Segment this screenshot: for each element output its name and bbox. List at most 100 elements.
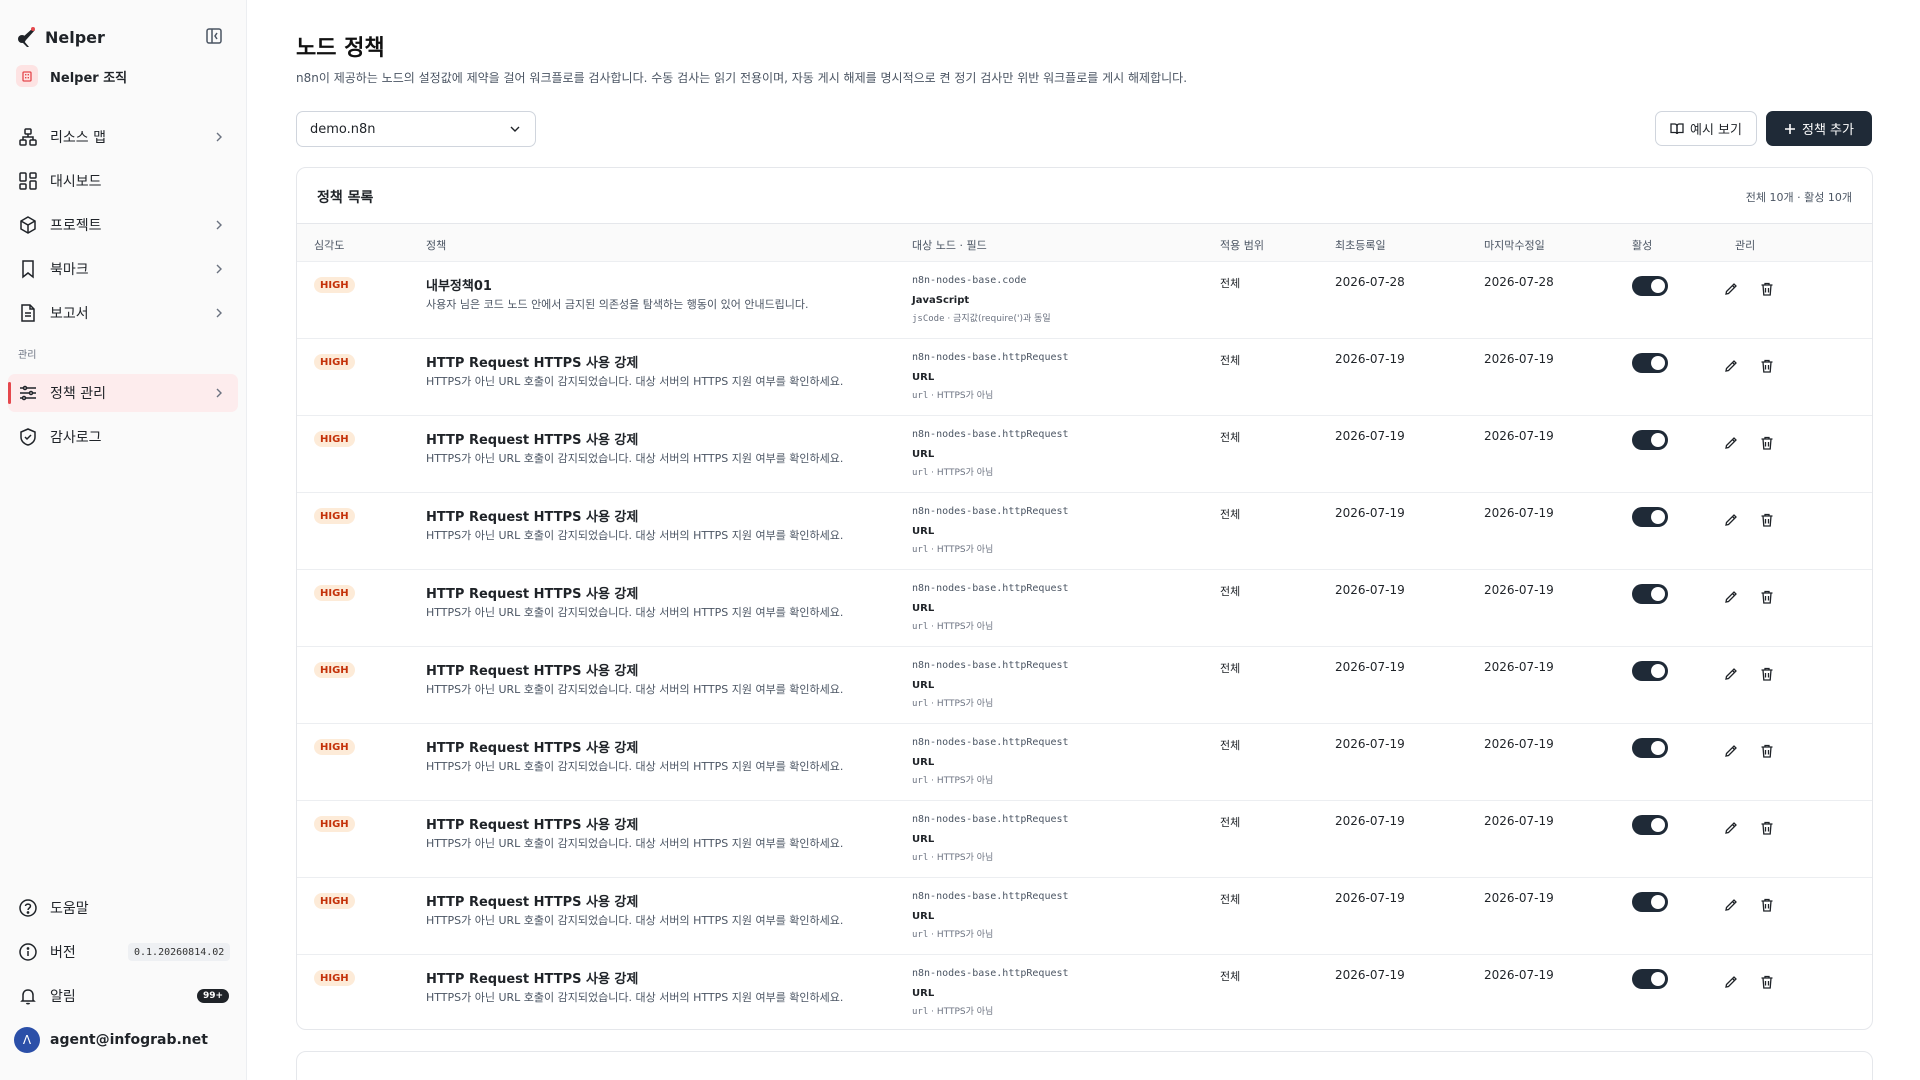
table-row[interactable]: HIGH HTTP Request HTTPS 사용 강제 HTTPS가 아닌 …	[297, 339, 1872, 416]
policy-list-title: 정책 목록	[317, 190, 374, 206]
table-row[interactable]: HIGH HTTP Request HTTPS 사용 강제 HTTPS가 아닌 …	[297, 416, 1872, 493]
brand[interactable]: Nelper	[17, 24, 105, 50]
column-header-created: 최초등록일	[1335, 239, 1386, 252]
trash-icon[interactable]	[1759, 281, 1775, 297]
trash-icon[interactable]	[1759, 589, 1775, 605]
active-toggle[interactable]	[1632, 738, 1668, 758]
user-menu[interactable]: Λ agent@infograb.net	[8, 1021, 238, 1059]
alerts-count-badge: 99+	[197, 989, 230, 1003]
target-field-key: url	[912, 545, 929, 555]
edit-icon[interactable]	[1723, 820, 1739, 836]
target-field-key: jsCode	[912, 314, 945, 324]
table-row[interactable]: HIGH HTTP Request HTTPS 사용 강제 HTTPS가 아닌 …	[297, 493, 1872, 570]
edit-icon[interactable]	[1723, 974, 1739, 990]
target-field-key: url	[912, 391, 929, 401]
sidebar-item-policy[interactable]: 정책 관리	[8, 374, 238, 412]
active-toggle[interactable]	[1632, 815, 1668, 835]
severity-badge: HIGH	[314, 893, 355, 909]
edit-icon[interactable]	[1723, 743, 1739, 759]
edit-icon[interactable]	[1723, 589, 1739, 605]
instance-select[interactable]: demo.n8n	[296, 111, 536, 147]
sidebar-item-project[interactable]: 프로젝트	[8, 206, 238, 244]
updated-date: 2026-07-19	[1484, 968, 1554, 982]
sidebar-item-label: 리소스 맵	[50, 130, 106, 146]
target-field-condition: 금지값(require(')과 동일	[953, 314, 1051, 324]
edit-icon[interactable]	[1723, 435, 1739, 451]
active-toggle[interactable]	[1632, 969, 1668, 989]
active-toggle[interactable]	[1632, 507, 1668, 527]
edit-icon[interactable]	[1723, 666, 1739, 682]
trash-icon[interactable]	[1759, 743, 1775, 759]
trash-icon[interactable]	[1759, 435, 1775, 451]
target-field-rule: url · HTTPS가 아님	[912, 545, 994, 555]
edit-icon[interactable]	[1723, 897, 1739, 913]
severity-badge: HIGH	[314, 585, 355, 601]
updated-date: 2026-07-19	[1484, 352, 1554, 366]
sidebar-item-label: 도움말	[50, 901, 89, 917]
example-button[interactable]: 예시 보기	[1655, 111, 1757, 146]
policy-description: HTTPS가 아닌 URL 호출이 감지되었습니다. 대상 서버의 HTTPS …	[426, 914, 844, 927]
table-row[interactable]: HIGH HTTP Request HTTPS 사용 강제 HTTPS가 아닌 …	[297, 878, 1872, 955]
sidebar-item-label: 보고서	[50, 306, 89, 322]
sidebar-item-resource-map[interactable]: 리소스 맵	[8, 118, 238, 156]
table-row[interactable]: HIGH 내부정책01 사용자 님은 코드 노드 안에서 금지된 의존성을 탐색…	[297, 262, 1872, 339]
edit-icon[interactable]	[1723, 281, 1739, 297]
created-date: 2026-07-19	[1335, 814, 1405, 828]
policy-scope: 전체	[1220, 816, 1241, 829]
bell-icon	[18, 986, 38, 1006]
active-toggle[interactable]	[1632, 584, 1668, 604]
shield-check-icon	[18, 427, 38, 447]
target-field-condition: HTTPS가 아님	[936, 930, 994, 940]
target-field-condition: HTTPS가 아님	[936, 545, 994, 555]
policy-name: HTTP Request HTTPS 사용 강제	[426, 741, 639, 756]
sidebar-item-help[interactable]: 도움말	[8, 889, 238, 927]
edit-icon[interactable]	[1723, 358, 1739, 374]
policy-scope: 전체	[1220, 585, 1241, 598]
add-policy-button[interactable]: 정책 추가	[1766, 111, 1872, 146]
policy-scope: 전체	[1220, 970, 1241, 983]
policy-description: HTTPS가 아닌 URL 호출이 감지되었습니다. 대상 서버의 HTTPS …	[426, 760, 844, 773]
severity-badge: HIGH	[314, 508, 355, 524]
target-node: n8n-nodes-base.httpRequest	[912, 429, 1069, 440]
sidebar-collapse-icon[interactable]	[205, 27, 223, 45]
active-toggle[interactable]	[1632, 892, 1668, 912]
document-icon	[18, 303, 38, 323]
target-field-condition: HTTPS가 아님	[936, 391, 994, 401]
table-row[interactable]: HIGH HTTP Request HTTPS 사용 강제 HTTPS가 아닌 …	[297, 647, 1872, 724]
target-node: n8n-nodes-base.httpRequest	[912, 352, 1069, 363]
policy-description: 사용자 님은 코드 노드 안에서 금지된 의존성을 탐색하는 행동이 있어 안내…	[426, 298, 809, 311]
table-row[interactable]: HIGH HTTP Request HTTPS 사용 강제 HTTPS가 아닌 …	[297, 570, 1872, 647]
table-row[interactable]: HIGH HTTP Request HTTPS 사용 강제 HTTPS가 아닌 …	[297, 955, 1872, 1029]
sidebar-item-bookmark[interactable]: 북마크	[8, 250, 238, 288]
sidebar-item-dashboard[interactable]: 대시보드	[8, 162, 238, 200]
sidebar-item-audit[interactable]: 감사로그	[8, 418, 238, 456]
trash-icon[interactable]	[1759, 820, 1775, 836]
table-row[interactable]: HIGH HTTP Request HTTPS 사용 강제 HTTPS가 아닌 …	[297, 724, 1872, 801]
sidebar-item-report[interactable]: 보고서	[8, 294, 238, 332]
trash-icon[interactable]	[1759, 666, 1775, 682]
active-toggle[interactable]	[1632, 353, 1668, 373]
user-email: agent@infograb.net	[50, 1032, 208, 1048]
edit-icon[interactable]	[1723, 512, 1739, 528]
policy-name: HTTP Request HTTPS 사용 강제	[426, 433, 639, 448]
trash-icon[interactable]	[1759, 974, 1775, 990]
updated-date: 2026-07-19	[1484, 737, 1554, 751]
active-toggle[interactable]	[1632, 276, 1668, 296]
created-date: 2026-07-19	[1335, 968, 1405, 982]
target-field-key: url	[912, 776, 929, 786]
updated-date: 2026-07-19	[1484, 583, 1554, 597]
trash-icon[interactable]	[1759, 358, 1775, 374]
trash-icon[interactable]	[1759, 897, 1775, 913]
column-header-policy: 정책	[426, 239, 447, 252]
target-field-rule: jsCode · 금지값(require(')과 동일	[912, 314, 1051, 324]
target-field-condition: HTTPS가 아님	[936, 622, 994, 632]
updated-date: 2026-07-28	[1484, 275, 1554, 289]
table-row[interactable]: HIGH HTTP Request HTTPS 사용 강제 HTTPS가 아닌 …	[297, 801, 1872, 878]
policy-name: HTTP Request HTTPS 사용 강제	[426, 972, 639, 987]
target-field-rule: url · HTTPS가 아님	[912, 776, 994, 786]
trash-icon[interactable]	[1759, 512, 1775, 528]
user-initial: Λ	[14, 1027, 40, 1053]
org-switcher[interactable]: Nelper 조직	[16, 65, 127, 87]
active-toggle[interactable]	[1632, 661, 1668, 681]
active-toggle[interactable]	[1632, 430, 1668, 450]
